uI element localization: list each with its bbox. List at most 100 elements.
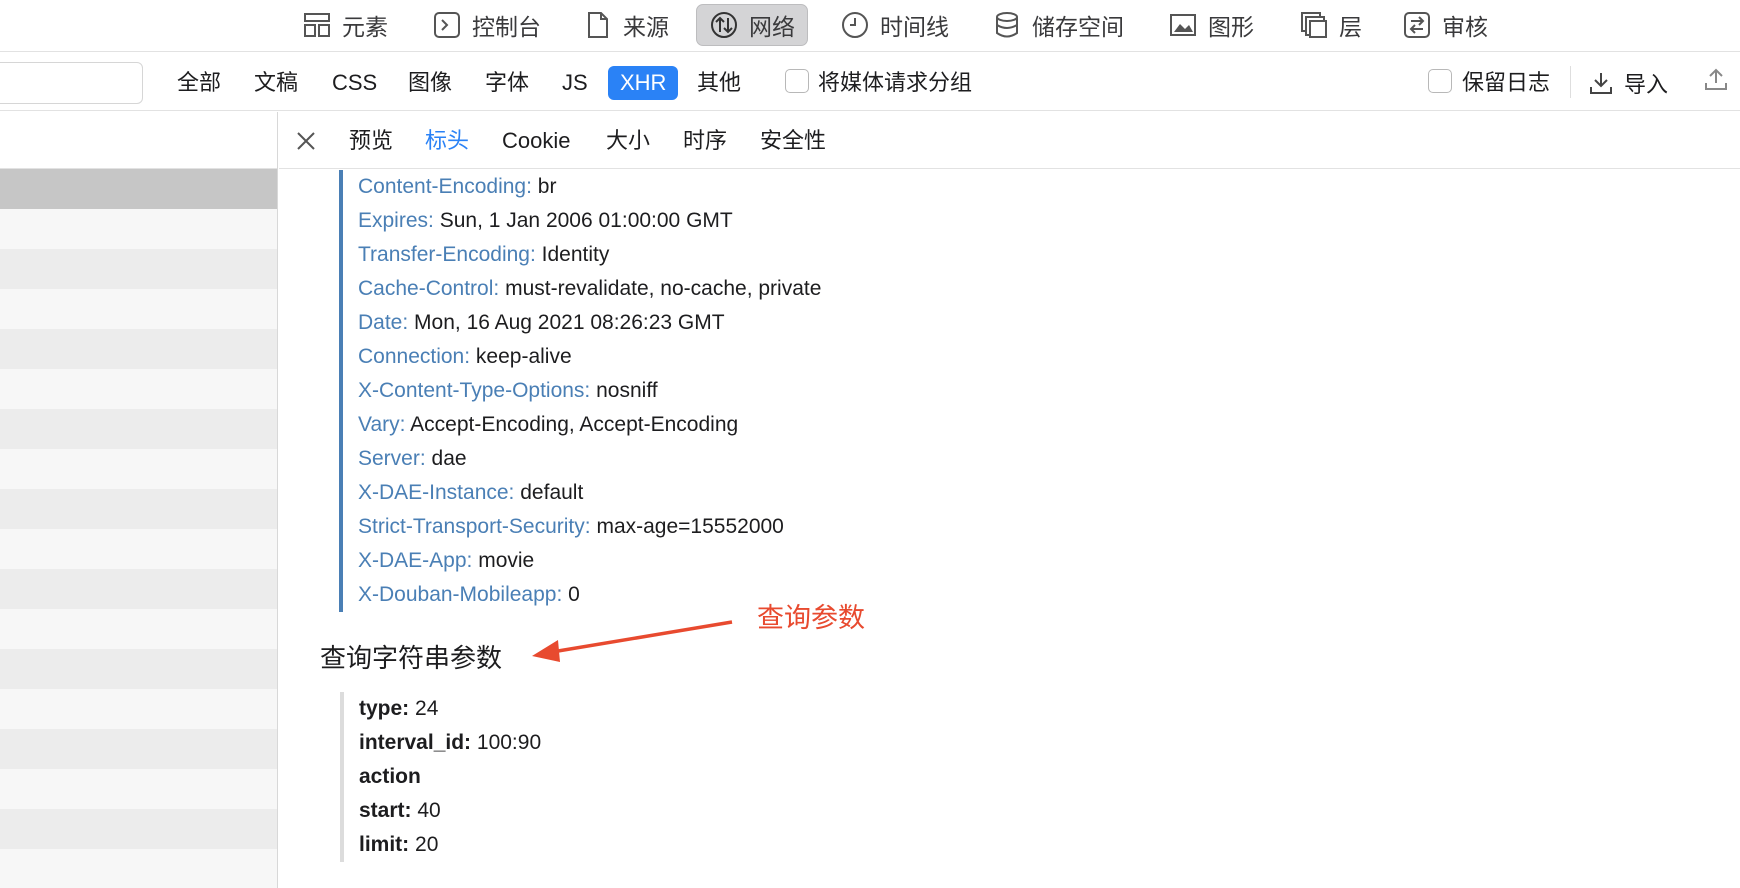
header-key: Cache-Control: [358,277,500,300]
query-param-line: limit: 20 [359,828,541,862]
query-param-line: interval_id: 100:90 [359,726,541,760]
import-label: 导入 [1624,72,1669,97]
query-param-value: 20 [415,833,439,856]
header-value: Accept-Encoding, Accept-Encoding [410,413,739,436]
header-value: nosniff [596,379,658,402]
tab-cookie[interactable]: Cookie [502,124,570,158]
tab-elements[interactable]: 元素 [290,4,400,46]
devtools-toolbar: 元素 控制台 来源 网络 时间线 储存空间 图形 层 审核 [0,0,1740,52]
header-line: Strict-Transport-Security: max-age=15552… [358,510,821,544]
tab-timing[interactable]: 时序 [683,124,727,158]
request-row[interactable] [0,649,277,689]
tab-console[interactable]: 控制台 [420,4,553,46]
network-icon [711,12,737,38]
tab-console-label: 控制台 [472,14,541,40]
request-row[interactable] [0,249,277,289]
request-row[interactable] [0,409,277,449]
header-line: Content-Encoding: br [358,170,821,204]
filter-document[interactable]: 文稿 [242,66,310,100]
export-button[interactable] [1703,66,1729,97]
header-line: X-DAE-Instance: default [358,476,821,510]
tab-elements-label: 元素 [342,14,388,40]
close-icon[interactable] [293,128,319,154]
request-row[interactable] [0,809,277,849]
tab-layers[interactable]: 层 [1287,4,1374,46]
tab-audit[interactable]: 审核 [1390,4,1500,46]
filter-other[interactable]: 其他 [685,66,753,100]
request-row[interactable] [0,209,277,249]
annotation-arrow-icon [532,620,733,662]
tab-timeline-label: 时间线 [880,14,949,40]
header-key: Transfer-Encoding: [358,243,536,266]
audit-icon [1404,12,1430,38]
request-row[interactable] [0,529,277,569]
storage-icon [996,12,1018,38]
group-media-checkbox[interactable] [785,69,809,93]
request-row[interactable] [0,689,277,729]
header-value: max-age=15552000 [596,515,784,538]
request-row[interactable] [0,729,277,769]
headers-panel: Content-Encoding: br Expires: Sun, 1 Jan… [279,170,1740,888]
header-key: Date: [358,311,409,334]
header-value: Mon, 16 Aug 2021 08:26:23 GMT [414,311,725,334]
header-key: Server: [358,447,426,470]
filter-image[interactable]: 图像 [396,66,464,100]
import-button[interactable]: 导入 [1588,64,1668,102]
header-key: Strict-Transport-Security: [358,515,591,538]
header-value: default [520,481,584,504]
header-line: X-DAE-App: movie [358,544,821,578]
header-key: Vary: [358,413,406,436]
tab-preview[interactable]: 预览 [349,124,393,158]
request-row[interactable] [0,449,277,489]
import-icon [1590,73,1612,94]
request-row[interactable] [0,289,277,329]
header-line: Expires: Sun, 1 Jan 2006 01:00:00 GMT [358,204,821,238]
request-row[interactable] [0,329,277,369]
tab-graphics-label: 图形 [1208,14,1254,40]
request-row[interactable] [0,489,277,529]
query-param-line: action [359,760,541,794]
filter-js[interactable]: JS [550,66,600,100]
filter-all[interactable]: 全部 [165,66,233,100]
elements-icon [304,13,330,37]
header-value: keep-alive [475,345,572,368]
request-row[interactable] [0,769,277,809]
header-value: must-revalidate, no-cache, private [505,277,822,300]
filter-font[interactable]: 字体 [473,66,541,100]
header-key: Connection: [358,345,471,368]
query-param-key: limit: [359,833,410,856]
request-row[interactable] [0,569,277,609]
tab-graphics[interactable]: 图形 [1156,4,1266,46]
timeline-icon [842,12,868,38]
request-row[interactable] [0,849,277,888]
preserve-log-label: 保留日志 [1462,70,1551,95]
query-params-list: type: 24 interval_id: 100:90 action star… [340,692,541,862]
tab-network[interactable]: 网络 [696,4,808,46]
filter-css[interactable]: CSS [320,66,389,100]
request-row[interactable] [0,609,277,649]
filter-input[interactable] [0,62,143,104]
query-param-value: 24 [415,697,439,720]
header-line: Vary: Accept-Encoding, Accept-Encoding [358,408,821,442]
tab-audit-label: 审核 [1442,14,1488,40]
filter-xhr[interactable]: XHR [608,66,679,100]
header-line: Date: Mon, 16 Aug 2021 08:26:23 GMT [358,306,821,340]
request-row[interactable] [0,169,277,209]
graphics-icon [1170,14,1196,36]
tab-storage[interactable]: 储存空间 [980,4,1136,46]
tab-security[interactable]: 安全性 [760,124,826,158]
response-headers-list: Content-Encoding: br Expires: Sun, 1 Jan… [339,170,821,612]
tab-timeline[interactable]: 时间线 [828,4,961,46]
tab-headers[interactable]: 标头 [425,124,469,158]
preserve-log-checkbox[interactable] [1428,69,1452,93]
header-line: Connection: keep-alive [358,340,821,374]
tab-size[interactable]: 大小 [606,124,650,158]
query-section-title: 查询字符串参数 [320,643,503,673]
request-row[interactable] [0,369,277,409]
query-param-key: start: [359,799,412,822]
query-param-key: type: [359,697,410,720]
tab-sources[interactable]: 来源 [571,4,681,46]
toolbar-divider [1570,66,1571,98]
header-value: Sun, 1 Jan 2006 01:00:00 GMT [439,209,733,232]
tab-layers-label: 层 [1339,14,1362,40]
